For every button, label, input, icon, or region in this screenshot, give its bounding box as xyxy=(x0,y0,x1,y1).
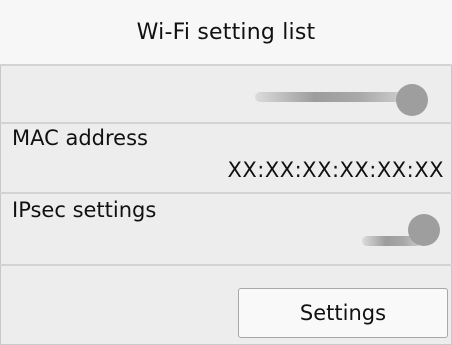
divider-2 xyxy=(0,192,452,194)
mac-address-value: XX:XX:XX:XX:XX:XX xyxy=(227,158,444,182)
divider-3 xyxy=(0,264,452,266)
mac-address-label: MAC address xyxy=(12,126,148,150)
ipsec-settings-label: IPsec settings xyxy=(12,198,157,222)
redaction-blob-icon xyxy=(408,214,440,246)
divider-1 xyxy=(0,122,452,124)
page-title: Wi-Fi setting list xyxy=(136,19,316,45)
settings-button-label: Settings xyxy=(299,301,387,325)
network-name-redacted xyxy=(255,92,405,102)
network-name-row xyxy=(0,70,452,120)
title-bar: Wi-Fi setting list xyxy=(0,0,452,66)
settings-button[interactable]: Settings xyxy=(238,288,448,338)
redaction-blob-icon xyxy=(396,84,428,116)
